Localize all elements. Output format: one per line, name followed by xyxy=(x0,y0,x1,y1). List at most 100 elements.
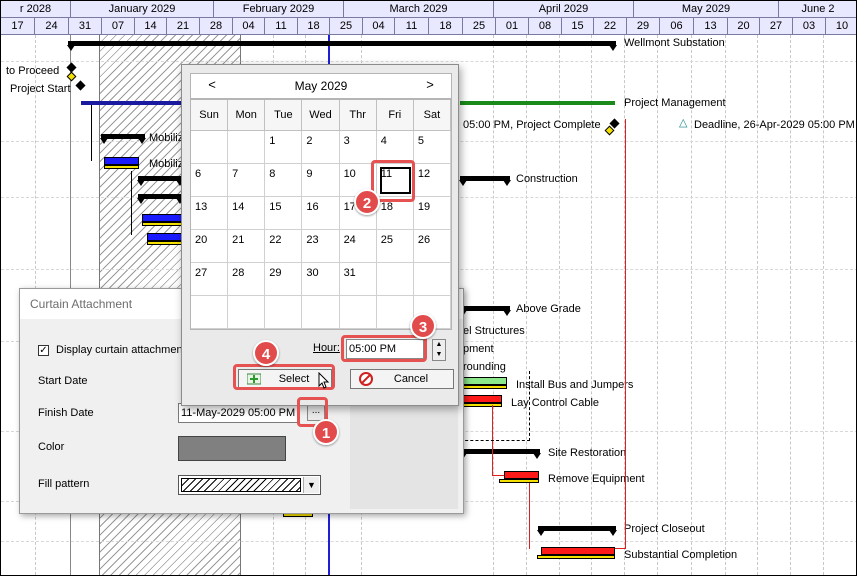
task-label: Construction xyxy=(516,173,578,185)
day-cell: 21 xyxy=(167,18,200,35)
calendar-day[interactable]: 26 xyxy=(413,230,451,263)
day-cell: 11 xyxy=(265,18,298,35)
summary-bar-closeout[interactable] xyxy=(537,526,617,536)
cancel-button[interactable]: Cancel xyxy=(350,369,454,389)
calendar-day xyxy=(413,263,451,296)
calendar-day[interactable]: 28 xyxy=(228,263,266,296)
callout-number: 2 xyxy=(354,189,380,215)
timescale-days: 17 24 31 07 14 21 28 04 11 18 25 04 11 1… xyxy=(1,18,856,35)
summary-bar-wellmont[interactable] xyxy=(67,41,617,51)
day-cell: 22 xyxy=(594,18,627,35)
baseline-bar xyxy=(499,479,539,483)
calendar-day[interactable]: 13 xyxy=(191,197,229,230)
task-label: Project Management xyxy=(624,97,726,109)
calendar-day[interactable]: 25 xyxy=(376,230,414,263)
grid-line xyxy=(493,35,494,575)
calendar-day[interactable]: 16 xyxy=(302,197,340,230)
calendar-day[interactable]: 31 xyxy=(339,263,377,296)
day-cell: 15 xyxy=(562,18,594,35)
task-label: Substantial Completion xyxy=(624,549,738,561)
calendar-day[interactable]: 2 xyxy=(302,131,340,164)
calendar-day[interactable]: 7 xyxy=(228,164,266,197)
spin-up-icon[interactable]: ▲ xyxy=(433,340,445,350)
calendar-day[interactable]: 19 xyxy=(413,197,451,230)
task-bar-project-management[interactable] xyxy=(460,101,615,105)
task-bar[interactable] xyxy=(104,157,139,165)
display-curtain-checkbox[interactable]: ✓ xyxy=(38,345,49,356)
grid-line xyxy=(591,35,592,575)
relationship-line xyxy=(625,119,626,549)
summary-bar[interactable] xyxy=(137,194,184,204)
grid-line xyxy=(790,35,791,575)
calendar-day[interactable]: 15 xyxy=(265,197,303,230)
calendar-day[interactable]: 8 xyxy=(265,164,303,197)
calendar-day[interactable]: 6 xyxy=(191,164,229,197)
row-line xyxy=(1,541,856,542)
prev-month-button[interactable]: < xyxy=(197,74,227,98)
calendar-day xyxy=(376,263,414,296)
task-label: Install Bus and Jumpers xyxy=(516,379,634,391)
grid-line xyxy=(691,35,692,575)
summary-bar-construction[interactable] xyxy=(459,176,511,186)
day-cell: 31 xyxy=(69,18,102,35)
task-label: Remove Equipment xyxy=(548,473,645,485)
callout-number: 4 xyxy=(253,340,279,366)
task-label: Project Start xyxy=(10,83,71,95)
weekday-header: Tue xyxy=(265,100,303,131)
chevron-down-icon[interactable]: ▼ xyxy=(303,477,319,493)
calendar-day[interactable]: 27 xyxy=(191,263,229,296)
task-label: Site Restoration xyxy=(548,447,627,459)
baseline-bar xyxy=(104,165,139,169)
baseline-bar xyxy=(147,241,183,245)
grid-line xyxy=(657,35,658,575)
day-cell: 17 xyxy=(1,18,35,35)
calendar-day[interactable]: 29 xyxy=(265,263,303,296)
spin-down-icon[interactable]: ▼ xyxy=(433,350,445,360)
summary-bar-construction[interactable] xyxy=(137,176,184,186)
day-cell: 04 xyxy=(233,18,265,35)
task-bar[interactable] xyxy=(142,214,183,222)
summary-bar-site-restoration[interactable] xyxy=(459,449,541,459)
day-cell: 06 xyxy=(660,18,694,35)
hour-spinner[interactable]: ▲ ▼ xyxy=(432,339,446,361)
calendar-day[interactable]: 21 xyxy=(228,230,266,263)
calendar-day[interactable]: 12 xyxy=(413,164,451,197)
task-bar-remove-equipment[interactable] xyxy=(504,471,539,479)
calendar-day[interactable]: 9 xyxy=(302,164,340,197)
calendar-day[interactable]: 23 xyxy=(302,230,340,263)
calendar-day[interactable]: 5 xyxy=(413,131,451,164)
calendar-day[interactable]: 3 xyxy=(339,131,377,164)
color-label: Color xyxy=(38,441,65,453)
cancel-icon xyxy=(359,372,373,386)
color-swatch[interactable] xyxy=(178,436,286,461)
month-cell: May 2029 xyxy=(634,1,779,18)
calendar-day[interactable]: 20 xyxy=(191,230,229,263)
display-curtain-label: Display curtain attachment xyxy=(56,344,186,356)
milestone-diamond[interactable] xyxy=(75,80,86,91)
fill-pattern-select[interactable]: ▼ xyxy=(178,475,321,495)
day-cell: 20 xyxy=(728,18,760,35)
next-month-button[interactable]: > xyxy=(415,74,445,98)
calendar-day[interactable]: 22 xyxy=(265,230,303,263)
calendar-day[interactable]: 14 xyxy=(228,197,266,230)
calendar-day[interactable]: 1 xyxy=(265,131,303,164)
summary-bar-above-grade[interactable] xyxy=(459,306,511,316)
callout-number: 1 xyxy=(313,419,339,445)
task-bar-project-management[interactable] xyxy=(81,101,183,105)
day-cell: 13 xyxy=(694,18,728,35)
calendar-day xyxy=(228,131,266,164)
day-cell: 25 xyxy=(330,18,363,35)
baseline-bar xyxy=(537,555,615,559)
fill-pattern-preview xyxy=(181,478,301,492)
summary-bar-mobilization[interactable] xyxy=(100,134,146,144)
task-bar[interactable] xyxy=(147,233,183,241)
task-bar-substantial-completion[interactable] xyxy=(541,547,615,555)
calendar-day[interactable]: 24 xyxy=(339,230,377,263)
relationship-line xyxy=(615,548,626,549)
day-cell: 11 xyxy=(395,18,429,35)
relationship-line xyxy=(91,105,92,161)
finish-date-field[interactable]: 11-May-2029 05:00 PM xyxy=(178,403,300,423)
calendar-day[interactable]: 30 xyxy=(302,263,340,296)
relationship-line xyxy=(529,483,530,549)
day-cell: 27 xyxy=(760,18,793,35)
